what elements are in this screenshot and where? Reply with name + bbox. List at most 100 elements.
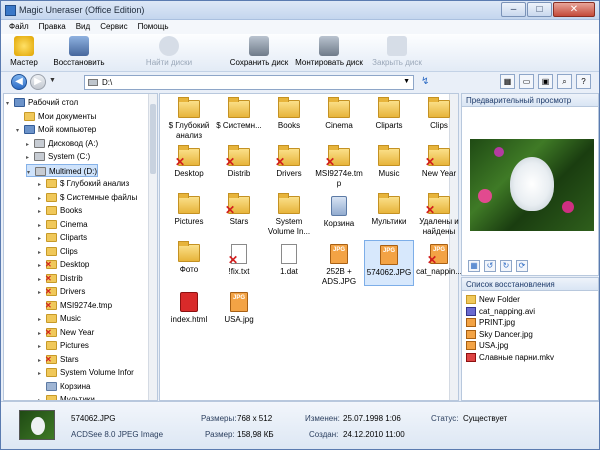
recovery-item[interactable]: cat_napping.avi [466,306,535,317]
recovery-item[interactable]: New Folder [466,294,520,305]
recovery-item[interactable]: PRINT.jpg [466,317,515,328]
tree-item[interactable]: Корзина [38,380,90,393]
menu-edit[interactable]: Правка [39,20,66,34]
maximize-button[interactable]: □ [527,2,552,17]
tree-item[interactable]: ▸ Books [38,204,82,217]
wizard-button[interactable]: Мастер [7,36,41,70]
history-dropdown-icon[interactable]: ▼ [49,77,56,84]
tree-item[interactable]: ▾ Multimed (D:) [26,163,99,180]
tree-item[interactable]: ▸ System Volume Infor [38,366,134,379]
chevron-down-icon[interactable]: ▼ [403,78,410,85]
file-item[interactable]: Cliparts [364,96,414,142]
file-item[interactable]: Clips [414,96,464,142]
file-item[interactable]: USA.jpg [214,288,264,334]
file-item[interactable]: 574062.JPG [364,240,414,286]
wizard-label: Мастер [10,58,38,67]
tree-item[interactable]: Мои документы [16,110,96,123]
recovery-title: Список восстановления [462,278,598,291]
back-button[interactable]: ◀ [11,74,27,90]
file-item[interactable]: New Year [414,144,464,190]
tree-item[interactable]: MSI9274e.tmp [38,299,112,312]
tree-item[interactable]: ▸Stars [38,353,79,366]
menu-service[interactable]: Сервис [100,20,127,34]
address-input[interactable]: D:\ ▼ [84,75,414,90]
expand-icon[interactable]: ▾ [6,98,14,111]
tree-item[interactable]: ▸ $ Глубокий анализ [38,177,129,190]
restore-label: Восстановить [53,58,105,67]
expand-icon[interactable]: ▾ [27,167,35,180]
find-disks-button[interactable]: Найти диски [141,36,197,70]
file-item[interactable]: Удалены и найдены [414,192,464,238]
file-item[interactable]: Фото [164,240,214,286]
forward-button[interactable]: ▶ [30,74,46,90]
tree-item-label: Рабочий стол [28,98,79,107]
file-item[interactable]: 1.dat [264,240,314,286]
tree-item[interactable]: ▸New Year [38,326,94,339]
help-icon[interactable]: ? [576,74,591,89]
file-item[interactable]: 252B + ADS.JPG [314,240,364,286]
file-item[interactable]: Корзина [314,192,364,238]
folder-icon [178,193,200,214]
file-item[interactable]: Desktop [164,144,214,190]
recovery-item[interactable]: USA.jpg [466,340,508,351]
file-label: Cliparts [375,121,403,130]
address-bar: ◀ ▶ ▼ D:\ ▼ ↯ ▦ ▭ ▣ ⌕ ? [1,72,599,92]
tree-item[interactable]: ▸Desktop [38,258,89,271]
menu-view[interactable]: Вид [76,20,90,34]
recovery-item[interactable]: Sky Dancer.jpg [466,329,533,340]
file-label: Clips [430,121,448,130]
menu-file[interactable]: Файл [9,20,29,34]
preview-toggle-icon[interactable]: ▭ [519,74,534,89]
file-item[interactable]: index.html [164,288,214,334]
image-mode-icon[interactable]: ▦ [468,260,480,272]
mount-disk-button[interactable]: Монтировать диск [293,36,365,70]
file-item[interactable]: Books [264,96,314,142]
expand-icon[interactable]: ▾ [16,125,24,138]
file-item[interactable]: Мультики [364,192,414,238]
file-item[interactable]: !fix.txt [214,240,264,286]
tree-item[interactable]: ▸ Music [38,312,81,325]
close-disk-button[interactable]: Закрыть диск [369,36,425,70]
file-item[interactable]: MSI9274e.tmp [314,144,364,190]
go-icon[interactable]: ↯ [421,76,429,87]
tree-item[interactable]: ▸ Clips [38,245,78,258]
tree-scrollbar[interactable] [148,94,157,400]
tree-item[interactable]: ▸ Мультики [38,393,95,400]
file-item[interactable]: Pictures [164,192,214,238]
tree-item[interactable]: ▾ Мой компьютер [16,123,96,136]
save-disk-button[interactable]: Сохранить диск [229,36,289,70]
tree-item[interactable]: ▸ Pictures [38,339,89,352]
file-item[interactable]: Music [364,144,414,190]
recovery-item[interactable]: Славные парни.mkv [466,352,554,363]
minimize-button[interactable]: – [501,2,526,17]
tree-item[interactable]: ▸ $ Системные файлы [38,191,137,204]
file-item[interactable]: cat_nappin... [414,240,464,286]
deleted-file-icon [228,244,247,267]
view-mode-icon[interactable]: ▦ [500,74,515,89]
tree-item[interactable]: ▸Drivers [38,285,85,298]
restore-button[interactable]: Восстановить [51,36,107,70]
tree-item[interactable]: ▸ Cliparts [38,231,87,244]
file-item[interactable]: Distrib [214,144,264,190]
file-item[interactable]: Stars [214,192,264,238]
tree-item[interactable]: ▸ Дисковод (A:) [26,137,98,150]
file-item[interactable]: Drivers [264,144,314,190]
rotate-left-icon[interactable]: ↺ [484,260,496,272]
tree-item[interactable]: ▸ System (C:) [26,150,90,163]
file-item[interactable]: Cinema [314,96,364,142]
tree-item[interactable]: ▾ Рабочий стол [6,96,78,109]
recycle-bin-icon [331,196,347,216]
menu-help[interactable]: Помощь [138,20,169,34]
jpg-icon [466,318,476,328]
tree-item[interactable]: ▸Distrib [38,272,83,285]
tree-item-label: Drivers [60,287,86,296]
tree-item[interactable]: ▸ Cinema [38,218,88,231]
save-icon[interactable]: ▣ [538,74,553,89]
rotate-right-icon[interactable]: ↻ [500,260,512,272]
file-item[interactable]: $ Глубокий анализ [164,96,214,142]
refresh-icon[interactable]: ⟳ [516,260,528,272]
search-icon[interactable]: ⌕ [557,74,572,89]
file-item[interactable]: $ Системн... [214,96,264,142]
file-item[interactable]: System Volume In... [264,192,314,238]
close-button[interactable]: ✕ [553,2,595,17]
